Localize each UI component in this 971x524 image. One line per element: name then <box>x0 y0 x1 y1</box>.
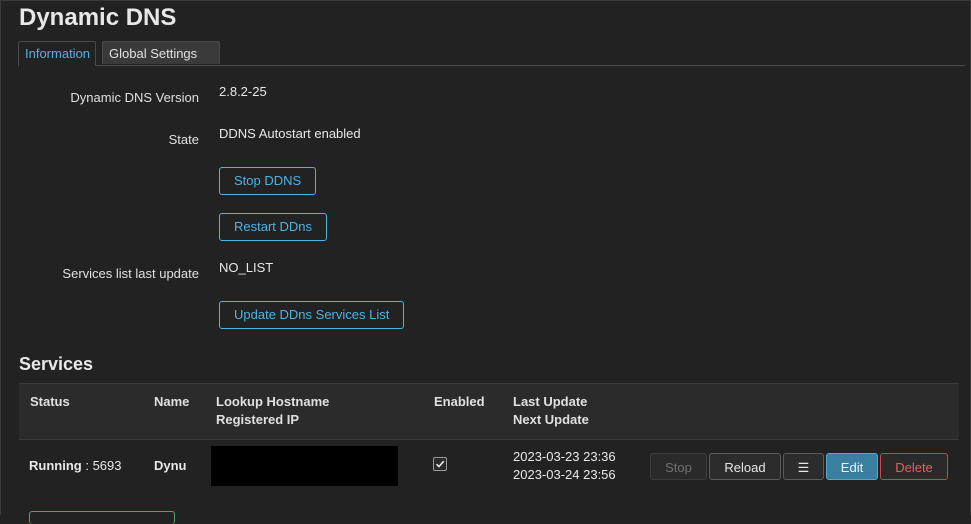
redacted-hostname-ip <box>211 446 398 486</box>
state-value: DDNS Autostart enabled <box>219 126 361 141</box>
row-name: Dynu <box>154 458 187 473</box>
service-edit-button[interactable]: Edit <box>826 453 878 480</box>
services-update-value: NO_LIST <box>219 260 274 275</box>
check-icon <box>435 460 445 468</box>
row-next-update: 2023-03-24 23:56 <box>513 467 616 482</box>
restart-ddns-button[interactable]: Restart DDns <box>219 213 328 241</box>
tab-bar: Information Global Settings <box>18 41 965 66</box>
add-service-button[interactable] <box>29 511 175 524</box>
services-heading: Services <box>19 354 94 374</box>
service-stop-button[interactable]: Stop <box>650 453 707 480</box>
service-delete-button[interactable]: Delete <box>880 453 948 480</box>
col-enabled: Enabled <box>434 394 485 409</box>
version-label: Dynamic DNS Version <box>70 90 199 105</box>
tab-global-settings[interactable]: Global Settings <box>102 41 220 64</box>
col-next-update: Next Update <box>513 412 589 427</box>
col-lookup-hostname: Lookup Hostname <box>216 394 330 409</box>
row-status: Running : 5693 <box>29 457 121 475</box>
update-services-list-button[interactable]: Update DDns Services List <box>219 301 405 329</box>
col-name: Name <box>154 394 190 409</box>
col-last-update: Last Update <box>513 394 588 409</box>
stop-ddns-button[interactable]: Stop DDNS <box>219 167 317 195</box>
row-status-pid: 5693 <box>92 458 122 473</box>
row-last-update: 2023-03-23 23:36 <box>513 449 616 464</box>
service-reload-button[interactable]: Reload <box>709 453 781 480</box>
service-menu-button[interactable]: ☰ <box>783 453 824 480</box>
col-registered-ip: Registered IP <box>216 412 300 427</box>
col-status: Status <box>30 394 70 409</box>
services-table-header: Status Name Lookup Hostname Registered I… <box>19 383 959 440</box>
row-status-label: Running <box>29 458 82 473</box>
page-title: Dynamic DNS <box>19 4 177 31</box>
state-label: State <box>168 132 199 147</box>
enabled-checkbox[interactable] <box>433 457 447 471</box>
tab-information[interactable]: Information <box>18 41 96 66</box>
version-value: 2.8.2-25 <box>219 84 267 99</box>
row-status-separator: : <box>81 458 93 473</box>
services-update-label: Services list last update <box>62 266 199 281</box>
